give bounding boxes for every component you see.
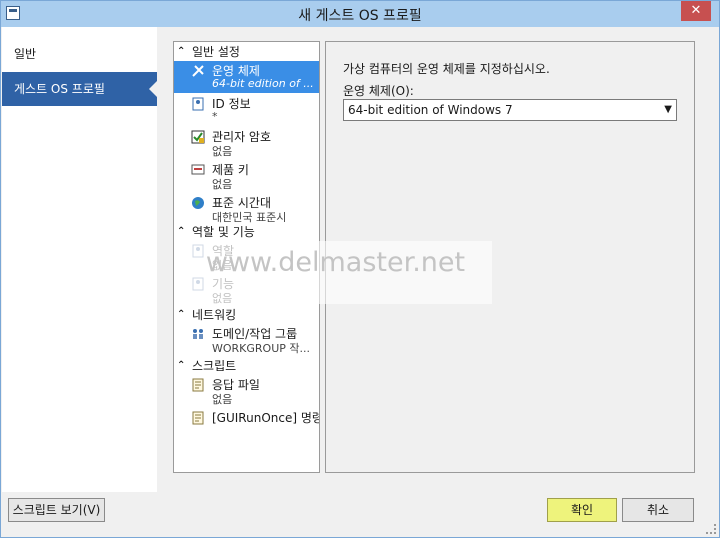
os-icon [192, 65, 204, 77]
collapse-icon: ⌃ [177, 226, 186, 237]
product-key-icon [191, 164, 205, 175]
os-description: 가상 컴퓨터의 운영 체제를 지정하십시오. [343, 62, 550, 76]
cancel-button[interactable]: 취소 [622, 498, 694, 522]
resize-grip[interactable] [706, 524, 716, 534]
document-icon [192, 378, 204, 392]
left-nav: 일반 게스트 OS 프로필 [2, 27, 158, 492]
collapse-icon: ⌃ [177, 46, 186, 57]
tree-item-identity[interactable]: ID 정보 * [174, 94, 319, 126]
globe-icon [192, 197, 204, 209]
chevron-down-icon: ▼ [664, 104, 672, 115]
tree-item-answer-file[interactable]: 응답 파일 없음 [174, 375, 319, 407]
section-general-settings[interactable]: ⌃ 일반 설정 [174, 44, 319, 60]
close-button[interactable]: ✕ [681, 1, 711, 21]
os-label: 운영 체제(O): [343, 84, 414, 98]
nav-item-general[interactable]: 일반 [2, 37, 157, 71]
os-select[interactable]: 64-bit edition of Windows 7 ▼ [343, 99, 677, 121]
tree-item-product-key[interactable]: 제품 키 없음 [174, 160, 319, 192]
collapse-icon: ⌃ [177, 360, 186, 371]
tree-item-timezone[interactable]: 표준 시간대 대한민국 표준시 [174, 193, 319, 225]
nav-selection-notch [149, 80, 158, 98]
network-users-icon [193, 329, 203, 339]
section-roles-features[interactable]: ⌃ 역할 및 기능 [174, 224, 319, 240]
script-icon [192, 411, 204, 425]
view-script-button[interactable]: 스크립트 보기(V) [8, 498, 105, 522]
title-bar[interactable]: 새 게스트 OS 프로필 ✕ [1, 1, 719, 27]
ok-button[interactable]: 확인 [547, 498, 617, 522]
password-check-icon [191, 130, 205, 144]
nav-item-label: 게스트 OS 프로필 [14, 82, 105, 96]
section-scripts[interactable]: ⌃ 스크립트 [174, 358, 319, 374]
collapse-icon: ⌃ [177, 309, 186, 320]
id-card-icon [192, 97, 204, 111]
tree-item-os[interactable]: 운영 체제 64-bit edition of ... [174, 61, 319, 93]
window-title: 새 게스트 OS 프로필 [298, 8, 422, 24]
tree-item-guirunonce[interactable]: [GUIRunOnce] 명령 [174, 408, 319, 440]
nav-item-guest-os-profile[interactable]: 게스트 OS 프로필 [2, 72, 158, 106]
os-select-value: 64-bit edition of Windows 7 [348, 103, 513, 117]
section-networking[interactable]: ⌃ 네트워킹 [174, 307, 319, 323]
tree-item-admin-password[interactable]: 관리자 암호 없음 [174, 127, 319, 159]
tree-item-domain-workgroup[interactable]: 도메인/작업 그룹 WORKGROUP 작... [174, 324, 319, 356]
watermark: www.delmaster.net [179, 241, 492, 304]
dialog-window: 새 게스트 OS 프로필 ✕ 일반 게스트 OS 프로필 ⌃ 일반 설정 운영 체… [0, 0, 720, 538]
